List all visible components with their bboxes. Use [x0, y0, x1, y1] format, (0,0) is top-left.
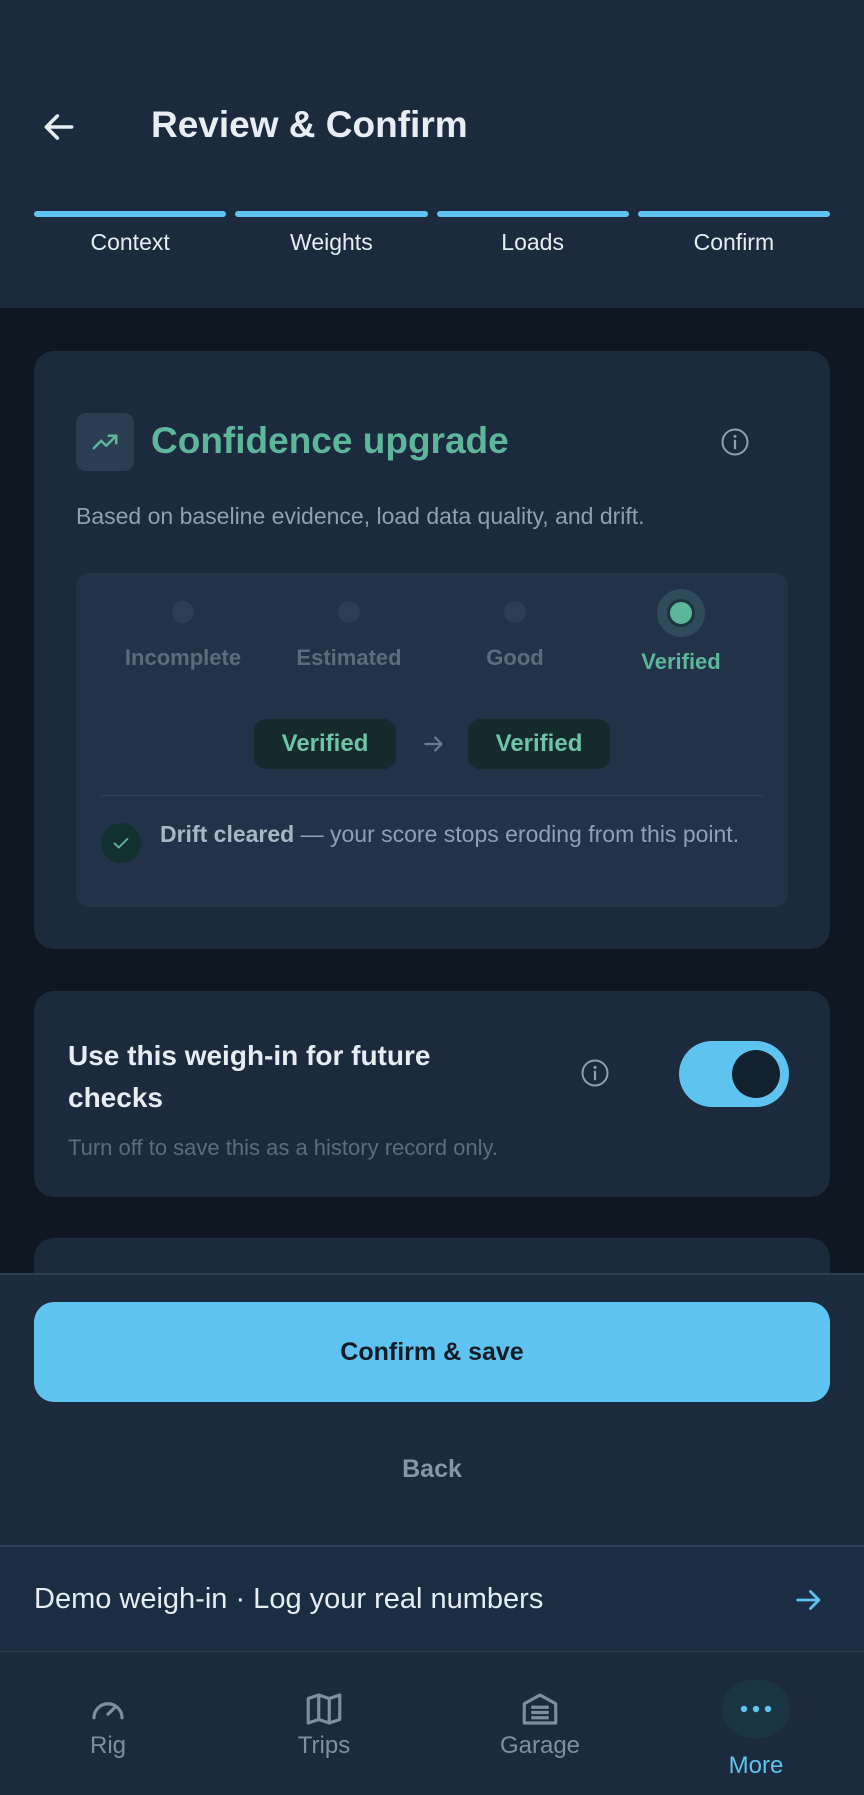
- page-title: Review & Confirm: [151, 104, 468, 145]
- drift-status-bold: Drift cleared: [160, 821, 295, 847]
- level-good: Good: [432, 591, 598, 671]
- level-label: Incomplete: [124, 645, 242, 670]
- info-icon[interactable]: [720, 427, 750, 457]
- gauge-icon: [38, 1688, 178, 1730]
- nav-label: Rig: [89, 1732, 126, 1759]
- nav-rig[interactable]: Rig: [38, 1688, 178, 1760]
- step-loads[interactable]: Loads: [436, 211, 629, 256]
- app-bar: Review & Confirm Context Weights Loads C…: [0, 0, 864, 308]
- nav-label: Garage: [499, 1732, 581, 1759]
- step-label: Context: [90, 229, 170, 255]
- garage-icon: [470, 1688, 610, 1730]
- demo-banner[interactable]: Demo weigh-in · Log your real numbers: [0, 1545, 864, 1652]
- step-bar: [235, 211, 428, 217]
- arrow-right-icon: [792, 1583, 826, 1617]
- drift-status-rest: — your score stops eroding from this poi…: [294, 821, 740, 847]
- level-dot: [504, 601, 526, 623]
- level-verified: Verified: [598, 589, 764, 675]
- future-checks-subtitle: Turn off to save this as a history recor…: [68, 1135, 499, 1160]
- arrow-right-icon: [419, 731, 449, 757]
- to-level-badge: Verified: [468, 719, 610, 769]
- nav-garage[interactable]: Garage: [470, 1688, 610, 1760]
- level-label: Good: [486, 645, 544, 670]
- step-context[interactable]: Context: [34, 211, 227, 256]
- step-bar: [436, 211, 629, 217]
- confidence-scale-panel: Incomplete Estimated Good Verified Verif…: [76, 573, 788, 907]
- toggle-knob: [732, 1050, 780, 1098]
- confirm-save-button[interactable]: Confirm & save: [34, 1302, 830, 1402]
- check-icon: [101, 823, 141, 863]
- divider: [101, 795, 763, 796]
- level-label: Verified: [641, 649, 721, 674]
- nav-label: Trips: [297, 1732, 351, 1759]
- drift-status: Drift cleared — your score stops eroding…: [160, 819, 760, 850]
- step-progress: Context Weights Loads Confirm: [34, 211, 830, 256]
- back-button[interactable]: Back: [0, 1455, 864, 1484]
- confidence-levels: Incomplete Estimated Good Verified: [76, 573, 788, 693]
- confidence-card: Confidence upgrade Based on baseline evi…: [34, 351, 830, 949]
- info-icon[interactable]: [580, 1058, 610, 1088]
- level-incomplete: Incomplete: [100, 591, 266, 671]
- from-level-badge: Verified: [254, 719, 396, 769]
- level-dot: [172, 601, 194, 623]
- action-footer: Confirm & save Back: [0, 1273, 864, 1545]
- future-checks-title: Use this weigh-in for future checks: [68, 1040, 431, 1113]
- level-dot-active: [657, 589, 705, 637]
- step-weights[interactable]: Weights: [235, 211, 428, 256]
- confidence-subtitle: Based on baseline evidence, load data qu…: [76, 503, 645, 529]
- back-arrow-button[interactable]: [34, 102, 84, 152]
- step-bar: [637, 211, 830, 217]
- nav-more[interactable]: More: [686, 1680, 826, 1780]
- nav-label: More: [728, 1752, 784, 1779]
- trending-up-icon: [76, 413, 134, 471]
- step-label: Loads: [501, 229, 564, 255]
- level-dot: [338, 601, 360, 623]
- step-label: Confirm: [693, 229, 775, 255]
- level-estimated: Estimated: [266, 591, 432, 671]
- level-label: Estimated: [296, 645, 402, 670]
- bottom-nav: Rig Trips Garage More: [0, 1652, 864, 1795]
- step-label: Weights: [290, 229, 373, 255]
- nav-trips[interactable]: Trips: [254, 1688, 394, 1760]
- confidence-title: Confidence upgrade: [151, 420, 509, 461]
- step-bar: [34, 211, 227, 217]
- step-confirm[interactable]: Confirm: [637, 211, 830, 256]
- future-checks-card: Use this weigh-in for future checks Turn…: [34, 991, 830, 1197]
- demo-banner-text: Demo weigh-in · Log your real numbers: [34, 1583, 544, 1615]
- arrow-left-icon: [44, 114, 74, 140]
- map-icon: [254, 1688, 394, 1730]
- future-checks-toggle[interactable]: [679, 1041, 789, 1107]
- more-dots-icon: [722, 1680, 790, 1738]
